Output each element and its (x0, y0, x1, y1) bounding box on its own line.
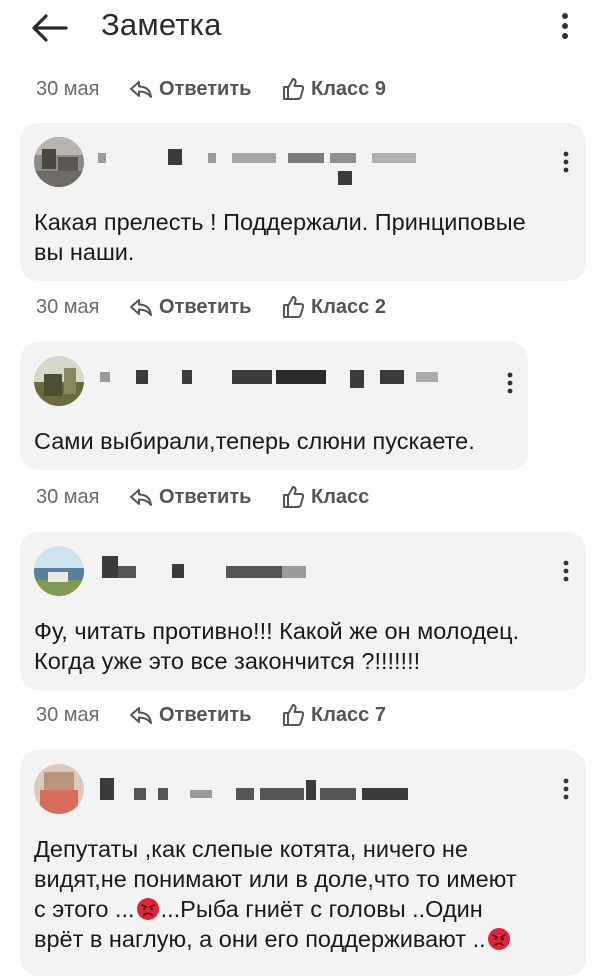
arrow-left-icon (32, 14, 68, 42)
class-label: Класс 7 (311, 703, 386, 726)
comment-actions: 30 мая Ответить Класс 2 (36, 292, 386, 322)
comment-menu-button[interactable] (554, 147, 578, 177)
comment-date: 30 мая (36, 703, 100, 726)
reply-button[interactable]: Ответить (128, 484, 280, 510)
angry-face-emoji-icon (136, 898, 159, 920)
page-title: Заметка (101, 7, 222, 42)
thumbs-up-icon (280, 294, 306, 320)
class-label: Класс (311, 485, 370, 508)
reply-icon (128, 702, 154, 728)
back-button[interactable] (26, 8, 72, 48)
class-button[interactable]: Класс 9 (280, 76, 386, 102)
note-actions: 30 мая Ответить Класс 9 (36, 74, 386, 104)
author-name-blurred[interactable] (100, 774, 440, 814)
kebab-menu-icon (562, 13, 568, 39)
avatar[interactable] (34, 356, 84, 406)
reply-label: Ответить (159, 77, 252, 100)
reply-label: Ответить (159, 295, 252, 318)
thumbs-up-icon (280, 76, 306, 102)
comment-date: 30 мая (36, 485, 100, 508)
class-button[interactable]: Класс 2 (280, 294, 386, 320)
comment-card: Фу, читать противно!!! Какой же он молод… (20, 532, 586, 690)
reply-button[interactable]: Ответить (128, 702, 280, 728)
comment-text: Фу, читать противно!!! Какой же он молод… (34, 618, 520, 674)
reply-icon (128, 76, 154, 102)
app-header: Заметка (0, 0, 596, 56)
class-label: Класс 9 (311, 77, 386, 100)
author-name-blurred[interactable] (100, 366, 480, 406)
class-label: Класс 2 (311, 295, 386, 318)
reply-label: Ответить (159, 703, 252, 726)
kebab-menu-icon (563, 778, 569, 800)
comment-actions: 30 мая Ответить Класс (36, 482, 369, 512)
comment-text: Депутаты ,как слепые котята, ничего не в… (34, 836, 517, 952)
avatar[interactable] (34, 764, 84, 814)
thumbs-up-icon (280, 484, 306, 510)
reply-icon (128, 294, 154, 320)
reply-icon (128, 484, 154, 510)
comment-card: Сами выбирали,теперь слюни пускаете. (20, 342, 528, 470)
comment-menu-button[interactable] (554, 774, 578, 804)
comment-text: Сами выбирали,теперь слюни пускаете. (34, 428, 475, 454)
comment-card: Какая прелесть ! Поддержали. Принциповые… (20, 123, 586, 281)
comment-text: Какая прелесть ! Поддержали. Принциповые… (34, 209, 526, 265)
note-date: 30 мая (36, 77, 100, 100)
reply-label: Ответить (159, 485, 252, 508)
author-name-blurred[interactable] (98, 147, 428, 187)
angry-face-emoji-icon (487, 928, 510, 950)
thumbs-up-icon (280, 702, 306, 728)
kebab-menu-icon (563, 560, 569, 582)
class-button[interactable]: Класс 7 (280, 702, 386, 728)
comment-card: Депутаты ,как слепые котята, ничего не в… (20, 750, 586, 976)
comment-actions: 30 мая Ответить Класс 7 (36, 700, 386, 730)
comment-menu-button[interactable] (554, 556, 578, 586)
kebab-menu-icon (507, 372, 513, 394)
reply-button[interactable]: Ответить (128, 76, 280, 102)
kebab-menu-icon (563, 151, 569, 173)
more-menu-button[interactable] (550, 6, 580, 46)
comment-date: 30 мая (36, 295, 100, 318)
comment-menu-button[interactable] (498, 368, 522, 398)
author-name-blurred[interactable] (102, 556, 322, 596)
reply-button[interactable]: Ответить (128, 294, 280, 320)
avatar[interactable] (34, 137, 84, 187)
avatar[interactable] (34, 546, 84, 596)
class-button[interactable]: Класс (280, 484, 369, 510)
